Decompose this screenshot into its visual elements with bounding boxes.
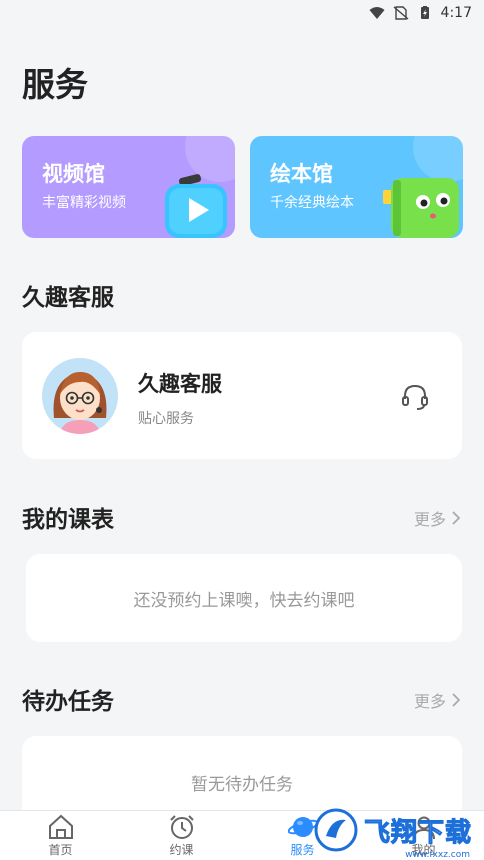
chevron-right-icon (452, 693, 460, 707)
watermark-url: www.fxxz.com (405, 850, 470, 860)
customer-service-section-title: 久趣客服 (22, 285, 114, 311)
home-icon (48, 814, 73, 839)
picture-book-icon (383, 178, 459, 238)
tab-booking-label: 约课 (169, 843, 194, 857)
alarm-clock-icon (169, 815, 194, 839)
wifi-icon (369, 7, 385, 19)
watermark-logo-icon (314, 808, 358, 852)
picture-book-hall-subtitle: 千余经典绘本 (270, 195, 354, 211)
status-time: 4:17 (440, 5, 472, 21)
picture-book-hall-title: 绘本馆 (270, 162, 333, 186)
tab-service-label: 服务 (290, 843, 315, 857)
schedule-section-title: 我的课表 (22, 507, 114, 533)
tasks-more-label: 更多 (413, 692, 446, 711)
watermark-text: 飞翔下载 (363, 817, 472, 848)
video-hall-card[interactable]: 视频馆 丰富精彩视频 (22, 136, 235, 238)
no-sim-icon (393, 6, 409, 20)
headset-icon[interactable] (400, 382, 430, 412)
tab-booking[interactable]: 约课 (121, 811, 242, 860)
tasks-section-title: 待办任务 (22, 689, 114, 715)
video-hall-subtitle: 丰富精彩视频 (42, 195, 126, 211)
battery-icon (420, 6, 429, 19)
customer-service-card[interactable]: 久趣客服 贴心服务 (22, 332, 462, 459)
tasks-more-link[interactable]: 更多 (414, 688, 460, 712)
schedule-more-label: 更多 (413, 510, 446, 529)
watermark: 飞翔下载 (314, 808, 472, 852)
video-hall-title: 视频馆 (42, 162, 105, 186)
schedule-empty-card: 还没预约上课噢，快去约课吧 (26, 554, 462, 642)
video-play-icon (165, 174, 227, 238)
chevron-right-icon (452, 511, 460, 525)
tasks-empty-text: 暂无待办任务 (191, 775, 293, 795)
avatar (42, 358, 118, 434)
schedule-empty-text: 还没预约上课噢，快去约课吧 (133, 590, 355, 611)
picture-book-hall-card[interactable]: 绘本馆 千余经典绘本 (250, 136, 463, 238)
schedule-more-link[interactable]: 更多 (414, 506, 460, 530)
customer-service-description: 贴心服务 (138, 411, 194, 427)
page-title: 服务 (22, 65, 88, 104)
tab-home-label: 首页 (48, 843, 73, 857)
tab-home[interactable]: 首页 (0, 811, 121, 860)
customer-service-name: 久趣客服 (138, 372, 222, 396)
status-bar: 4:17 (0, 0, 484, 26)
